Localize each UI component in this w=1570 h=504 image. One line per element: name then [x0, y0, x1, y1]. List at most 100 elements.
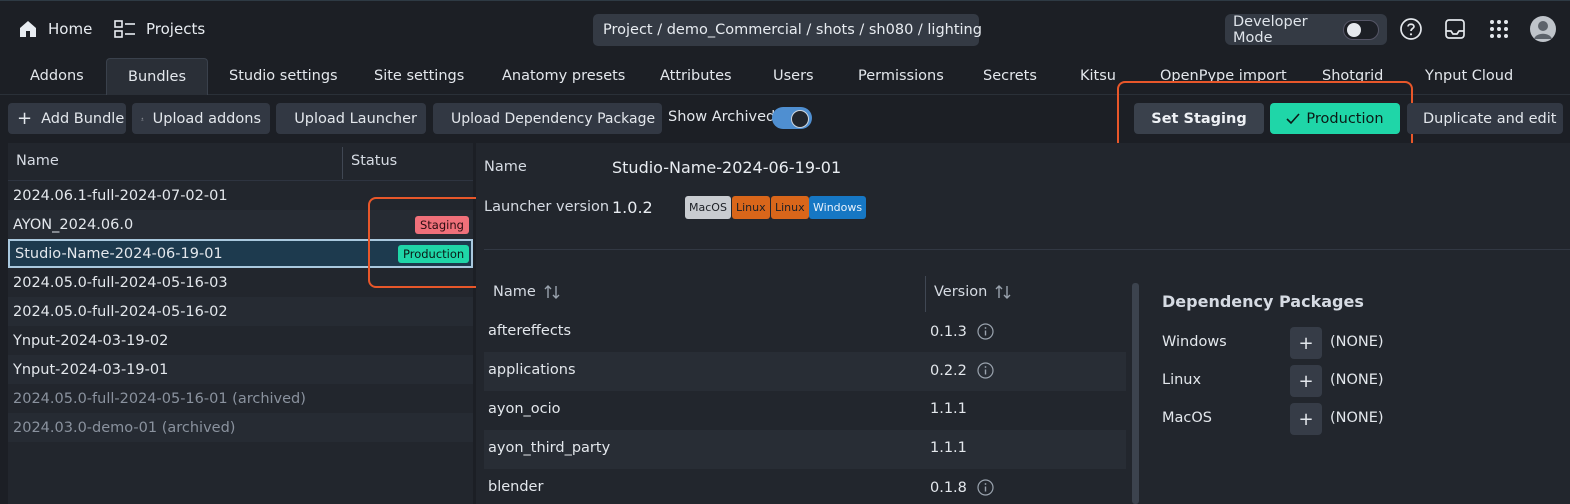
check-icon — [1286, 112, 1301, 124]
addon-name: blender — [488, 479, 544, 495]
developer-mode-toggle[interactable]: Developer Mode — [1225, 13, 1387, 46]
addons-scrollbar[interactable] — [1132, 283, 1139, 504]
inbox-icon — [1445, 19, 1465, 39]
bundle-row[interactable]: 2024.05.0-full-2024-05-16-02 — [8, 297, 473, 326]
platform-badge-linux: Linux — [732, 196, 770, 219]
name-label: Name — [484, 159, 527, 175]
addon-row[interactable]: ayon_ocio 1.1.1 — [484, 391, 1126, 430]
upload-addons-button[interactable]: Upload addons — [132, 103, 270, 134]
addon-name: applications — [488, 362, 576, 378]
tab-ynput-cloud[interactable]: Ynput Cloud — [1425, 58, 1513, 95]
bundle-row-archived[interactable]: 2024.05.0-full-2024-05-16-01 (archived) — [8, 384, 473, 413]
add-bundle-button[interactable]: + Add Bundle — [8, 103, 126, 134]
production-label: Production — [1306, 110, 1384, 127]
divider — [484, 249, 1570, 250]
upload-dependency-label: Upload Dependency Package — [451, 110, 656, 127]
dependency-packages-title: Dependency Packages — [1162, 292, 1364, 311]
developer-mode-label: Developer Mode — [1233, 13, 1308, 46]
addon-version: 0.1.8 — [930, 479, 967, 496]
production-button[interactable]: Production — [1270, 103, 1400, 134]
tab-secrets[interactable]: Secrets — [983, 58, 1037, 95]
column-divider[interactable] — [925, 276, 926, 312]
info-icon[interactable] — [977, 479, 994, 496]
tab-attributes[interactable]: Attributes — [660, 58, 732, 95]
add-bundle-label: Add Bundle — [41, 110, 125, 127]
bundle-row[interactable]: Ynput-2024-03-19-02 — [8, 326, 473, 355]
platform-badge-linux: Linux — [771, 196, 809, 219]
add-dependency-windows-button[interactable]: + — [1290, 327, 1322, 359]
info-icon[interactable] — [977, 323, 994, 340]
projects-icon — [114, 20, 135, 38]
home-link[interactable]: Home — [18, 15, 92, 43]
dependency-platform-macos: MacOS — [1162, 410, 1212, 426]
projects-label: Projects — [146, 20, 206, 38]
top-bar: Home Projects Project / demo_Commercial … — [0, 0, 1570, 56]
avatar-icon — [1530, 16, 1556, 42]
bundle-name: AYON_2024.06.0 — [13, 216, 134, 233]
upload-dependency-button[interactable]: Upload Dependency Package — [433, 103, 662, 134]
dependency-value: (NONE) — [1330, 372, 1384, 388]
column-divider[interactable] — [342, 147, 343, 179]
upload-launcher-label: Upload Launcher — [294, 110, 417, 127]
addon-version: 0.2.2 — [930, 362, 967, 379]
launcher-version-label: Launcher version — [484, 199, 610, 215]
tab-users[interactable]: Users — [773, 58, 814, 95]
addon-row[interactable]: ayon_third_party 1.1.1 — [484, 430, 1126, 469]
tab-addons[interactable]: Addons — [30, 58, 84, 95]
show-archived-label: Show Archived — [668, 109, 776, 125]
add-dependency-macos-button[interactable]: + — [1290, 403, 1322, 435]
dependency-platform-windows: Windows — [1162, 334, 1227, 350]
sort-icon — [995, 285, 1011, 299]
inbox-button[interactable] — [1442, 16, 1468, 42]
addon-name: ayon_third_party — [488, 440, 611, 456]
plus-icon: + — [1298, 408, 1314, 430]
bundle-name: 2024.05.0-full-2024-05-16-03 — [13, 274, 228, 291]
bundle-name: 2024.03.0-demo-01 (archived) — [13, 419, 236, 436]
bundle-name: Studio-Name-2024-06-19-01 — [15, 245, 223, 262]
projects-link[interactable]: Projects — [114, 15, 205, 43]
upload-launcher-button[interactable]: Upload Launcher — [276, 103, 426, 134]
addon-name: aftereffects — [488, 323, 572, 339]
tab-kitsu[interactable]: Kitsu — [1080, 58, 1116, 95]
launcher-version-value: 1.0.2 — [612, 198, 653, 217]
addon-row[interactable]: aftereffects 0.1.3 — [484, 313, 1126, 352]
addon-version: 0.1.3 — [930, 323, 967, 340]
show-archived-toggle[interactable] — [772, 107, 812, 129]
dependency-value: (NONE) — [1330, 334, 1384, 350]
column-version-sort[interactable]: Version — [934, 284, 1011, 300]
column-version-label: Version — [934, 284, 988, 300]
dependency-platform-linux: Linux — [1162, 372, 1202, 388]
info-icon[interactable] — [977, 362, 994, 379]
bundle-name: 2024.06.1-full-2024-07-02-01 — [13, 187, 228, 204]
tab-studio-settings[interactable]: Studio settings — [229, 58, 338, 95]
addon-row[interactable]: applications 0.2.2 — [484, 352, 1126, 391]
apps-button[interactable] — [1486, 16, 1512, 42]
addons-table-header: Name Version — [484, 276, 1126, 314]
platform-badge-windows: Windows — [809, 196, 867, 219]
bundle-name: 2024.05.0-full-2024-05-16-01 (archived) — [13, 390, 306, 407]
tab-anatomy-presets[interactable]: Anatomy presets — [502, 58, 625, 95]
duplicate-edit-button[interactable]: Duplicate and edit — [1407, 103, 1563, 134]
help-button[interactable] — [1398, 16, 1424, 42]
tab-permissions[interactable]: Permissions — [858, 58, 944, 95]
add-dependency-linux-button[interactable]: + — [1290, 365, 1322, 397]
set-staging-button[interactable]: Set Staging — [1134, 103, 1264, 134]
column-name-sort[interactable]: Name — [493, 284, 560, 300]
toggle-switch[interactable] — [1343, 19, 1379, 40]
column-name[interactable]: Name — [16, 153, 59, 169]
user-avatar[interactable] — [1529, 15, 1557, 43]
bundle-name: 2024.05.0-full-2024-05-16-02 — [13, 303, 228, 320]
column-status[interactable]: Status — [351, 153, 397, 169]
tab-bundles[interactable]: Bundles — [106, 58, 209, 95]
bundle-row[interactable]: Ynput-2024-03-19-01 — [8, 355, 473, 384]
addon-row[interactable]: blender 0.1.8 — [484, 469, 1126, 504]
bundle-name: Ynput-2024-03-19-02 — [13, 332, 169, 349]
bundle-row-archived[interactable]: 2024.03.0-demo-01 (archived) — [8, 413, 473, 442]
breadcrumb-path: Project / demo_Commercial / shots / sh08… — [603, 22, 982, 38]
platform-badge-macos: MacOS — [685, 196, 731, 219]
apps-grid-icon — [1490, 20, 1508, 38]
tab-site-settings[interactable]: Site settings — [374, 58, 464, 95]
bundle-name: Ynput-2024-03-19-01 — [13, 361, 169, 378]
plus-icon: + — [1298, 332, 1314, 354]
breadcrumb[interactable]: Project / demo_Commercial / shots / sh08… — [593, 14, 982, 46]
